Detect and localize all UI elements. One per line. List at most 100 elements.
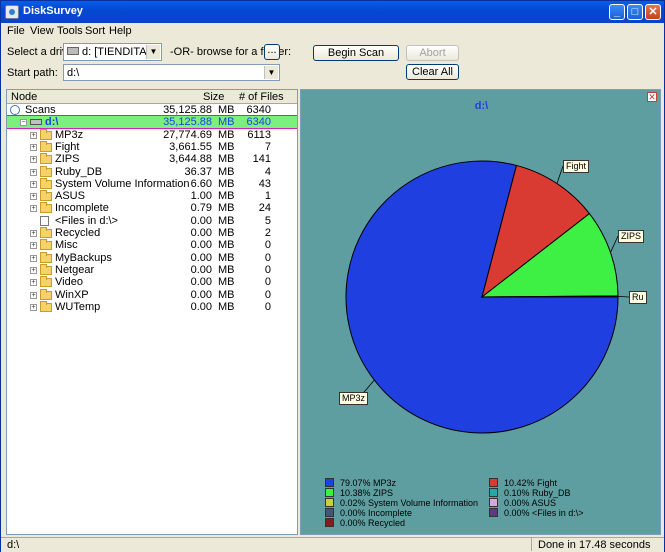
tree-row[interactable]: +<Files in d:\>0.00MB5: [7, 215, 297, 227]
node-size: 1.00: [190, 190, 212, 203]
node-file-count: 0: [264, 239, 271, 252]
close-button[interactable]: ✕: [645, 4, 661, 20]
expand-icon[interactable]: +: [30, 230, 37, 237]
menu-sort[interactable]: Sort: [85, 25, 105, 37]
node-name: Fight: [55, 140, 80, 153]
browse-button[interactable]: ...: [264, 44, 280, 60]
node-size: 0.00: [190, 251, 212, 264]
tree-row[interactable]: + Misc 0.00 MB 0: [7, 239, 297, 251]
node-size-unit: MB: [218, 227, 235, 239]
menu-view[interactable]: View: [30, 25, 54, 37]
tree-row[interactable]: + MP3z 27,774.69 MB 6113: [7, 128, 297, 141]
folder-icon: [40, 227, 52, 238]
abort-button[interactable]: Abort: [406, 45, 459, 61]
legend-item: 0.00% ASUS: [489, 498, 556, 508]
expand-icon[interactable]: +: [30, 242, 37, 250]
maximize-button[interactable]: □: [627, 4, 643, 20]
chevron-down-icon[interactable]: ▼: [264, 66, 278, 79]
node-size-unit: MB: [218, 128, 235, 141]
node-name: d:\: [45, 116, 59, 129]
tree-row[interactable]: + WUTemp 0.00 MB 0: [7, 300, 297, 313]
menu-tools[interactable]: Tools: [57, 25, 83, 37]
expand-icon[interactable]: +: [30, 205, 37, 213]
node-file-count: 0: [264, 263, 271, 276]
node-name: MyBackups: [55, 251, 112, 264]
node-name: WinXP: [55, 288, 89, 301]
node-name: Scans: [25, 104, 56, 116]
callout-line: [610, 235, 619, 253]
folder-icon: [40, 300, 52, 312]
node-file-count: 6340: [246, 104, 271, 116]
expand-icon[interactable]: +: [30, 180, 37, 188]
folder-icon: [40, 251, 52, 263]
main-window: DiskSurvey _ □ ✕ File View Tools Sort He…: [0, 0, 665, 552]
node-size: 0.00: [190, 288, 212, 301]
callout-line: [617, 296, 630, 298]
drive-select[interactable]: d: [TIENDITA] ▼: [63, 43, 162, 61]
column-node[interactable]: Node: [11, 91, 37, 103]
tree-row[interactable]: − d:\ 35,125.88 MB 6340: [7, 115, 297, 130]
column-size[interactable]: Size: [203, 91, 224, 103]
tree-row[interactable]: + Recycled 0.00 MB 2: [7, 227, 297, 239]
title-bar[interactable]: DiskSurvey _ □ ✕: [1, 1, 664, 23]
minimize-button[interactable]: _: [609, 4, 625, 20]
node-size: 35,125.88: [163, 104, 212, 116]
expand-icon[interactable]: +: [30, 254, 37, 262]
start-path-input[interactable]: d:\ ▼: [63, 64, 280, 81]
legend-item: 10.42% Fight: [489, 478, 557, 488]
node-size: 6.60: [190, 177, 212, 190]
tree-row[interactable]: + Video 0.00 MB 0: [7, 276, 297, 288]
node-size: 27,774.69: [163, 128, 212, 141]
column-files[interactable]: # of Files: [239, 91, 284, 103]
clear-all-button[interactable]: Clear All: [406, 64, 459, 80]
node-name: MP3z: [55, 128, 84, 141]
node-size: 0.00: [190, 300, 212, 313]
tree-row[interactable]: + Ruby_DB 36.37 MB 4: [7, 165, 297, 178]
folder-icon: [40, 190, 52, 202]
node-name: WUTemp: [55, 300, 101, 313]
tree-row[interactable]: Scans 35,125.88 MB 6340: [7, 104, 297, 116]
chevron-down-icon[interactable]: ▼: [146, 45, 160, 59]
node-size: 0.00: [190, 227, 212, 239]
expand-icon[interactable]: +: [30, 168, 37, 176]
expand-icon[interactable]: +: [30, 143, 37, 151]
expand-icon[interactable]: +: [30, 279, 37, 287]
folder-icon: [40, 165, 52, 177]
node-file-count: 4: [264, 165, 271, 178]
collapse-icon[interactable]: −: [20, 119, 27, 127]
tree-row[interactable]: + ASUS 1.00 MB 1: [7, 190, 297, 202]
folder-tree[interactable]: Node Size # of Files Scans 35,125.88 MB 634…: [6, 89, 298, 535]
expand-icon[interactable]: +: [30, 291, 37, 299]
tree-row[interactable]: + WinXP 0.00 MB 0: [7, 288, 297, 301]
node-size-unit: MB: [218, 165, 235, 178]
expand-icon[interactable]: +: [30, 266, 37, 274]
node-size-unit: MB: [218, 116, 235, 129]
tree-row[interactable]: + System Volume Information 6.60 MB 43: [7, 177, 297, 190]
begin-scan-button[interactable]: Begin Scan: [313, 45, 399, 61]
node-name: Netgear: [55, 263, 95, 276]
scan-icon: [10, 105, 20, 115]
node-size-unit: MB: [218, 140, 235, 153]
node-file-count: 6340: [246, 116, 271, 129]
node-size: 0.00: [190, 214, 212, 227]
expand-icon[interactable]: +: [30, 156, 37, 164]
folder-icon: [40, 202, 52, 214]
status-path: d:\: [7, 539, 20, 551]
menu-file[interactable]: File: [7, 25, 25, 37]
expand-icon[interactable]: +: [30, 193, 37, 201]
tree-row[interactable]: + Incomplete 0.79 MB 24: [7, 202, 297, 214]
expand-icon[interactable]: +: [30, 303, 37, 311]
node-file-count: 24: [258, 202, 271, 215]
node-size-unit: MB: [218, 251, 235, 264]
node-size-unit: MB: [218, 263, 235, 276]
menu-help[interactable]: Help: [109, 25, 132, 37]
tree-header: Node Size # of Files: [7, 90, 297, 104]
node-name: Incomplete: [55, 202, 109, 215]
tree-row[interactable]: + ZIPS 3,644.88 MB 141: [7, 153, 297, 165]
node-size-unit: MB: [218, 190, 235, 203]
tree-row[interactable]: + Fight 3,661.55 MB 7: [7, 140, 297, 153]
tree-row[interactable]: + Netgear 0.00 MB 0: [7, 263, 297, 276]
expand-icon[interactable]: +: [30, 131, 37, 139]
node-file-count: 0: [264, 288, 271, 301]
tree-row[interactable]: + MyBackups 0.00 MB 0: [7, 251, 297, 264]
